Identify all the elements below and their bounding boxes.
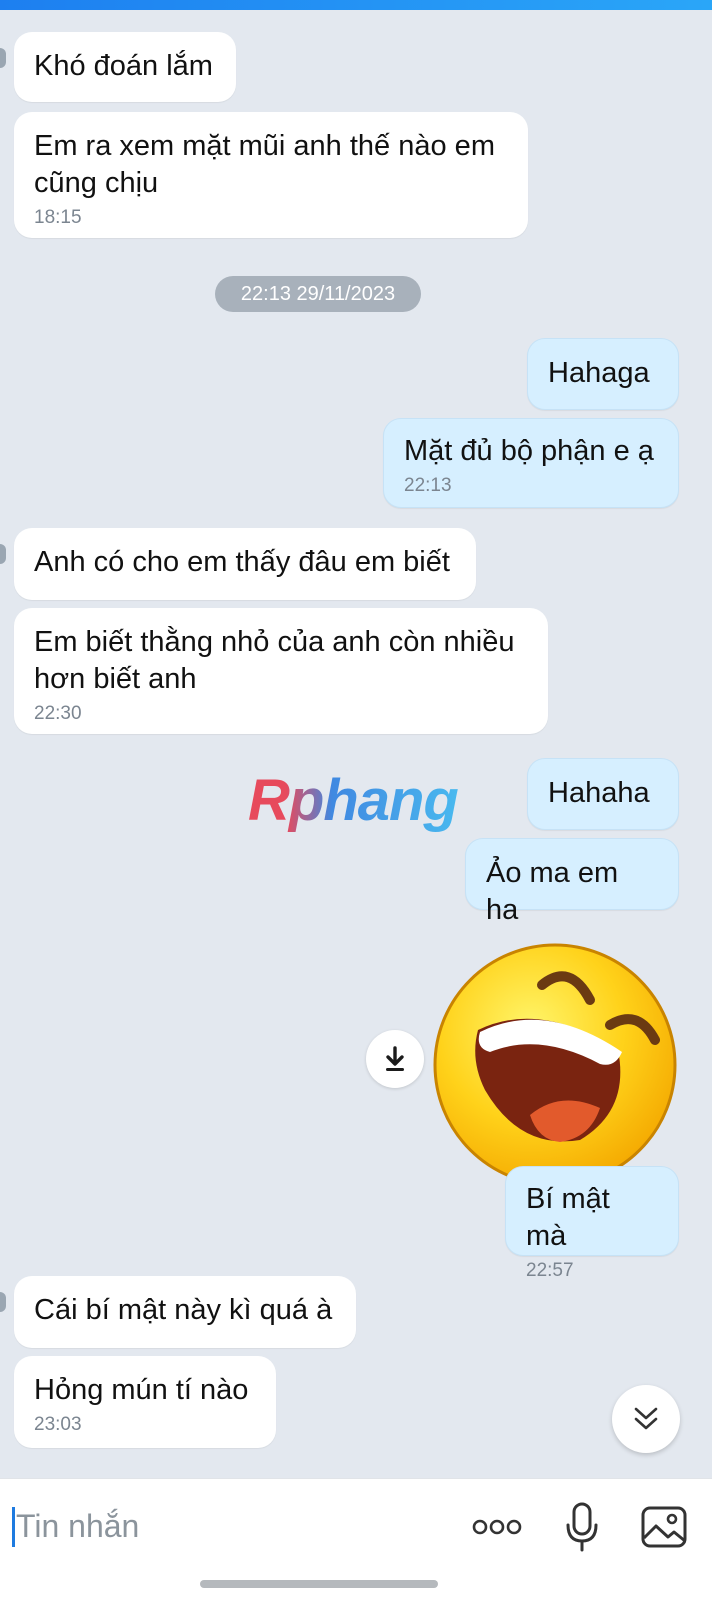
message-incoming[interactable]: Em biết thằng nhỏ của anh còn nhiều hơn …: [14, 608, 548, 734]
double-chevron-down-icon: [634, 1407, 658, 1430]
more-button[interactable]: [470, 1509, 524, 1545]
image-button[interactable]: [636, 1499, 692, 1555]
download-button[interactable]: [366, 1030, 424, 1088]
laughing-emoji-sticker[interactable]: [430, 940, 680, 1190]
microphone-icon: [566, 1502, 598, 1552]
message-text: Hỏng mún tí nào: [34, 1374, 249, 1406]
message-time: 22:13: [404, 475, 452, 496]
message-incoming[interactable]: Khó đoán lắm: [14, 32, 236, 102]
message-text: Khó đoán lắm: [34, 50, 213, 82]
home-indicator[interactable]: [200, 1580, 438, 1588]
text-caret: [12, 1507, 15, 1547]
sender-avatar-edge: [0, 1292, 6, 1312]
sender-avatar-edge: [0, 48, 6, 68]
message-outgoing[interactable]: Bí mật mà 22:57: [505, 1166, 679, 1281]
message-text: Hahaga: [548, 357, 650, 389]
message-incoming[interactable]: Hỏng mún tí nào 23:03: [14, 1356, 276, 1448]
top-status-strip: [0, 0, 712, 10]
download-icon: [386, 1046, 404, 1071]
message-outgoing[interactable]: Ảo ma em ha: [465, 838, 679, 926]
scroll-to-bottom-button[interactable]: [612, 1385, 680, 1453]
image-icon: [641, 1506, 687, 1548]
message-incoming[interactable]: Cái bí mật này kì quá à: [14, 1276, 356, 1348]
voice-button[interactable]: [560, 1497, 604, 1557]
message-text: Bí mật mà: [526, 1183, 610, 1252]
message-outgoing[interactable]: Hahaga: [527, 338, 679, 410]
date-separator: 22:13 29/11/2023: [215, 276, 421, 312]
message-text: Anh có cho em thấy đâu em biết: [34, 546, 450, 578]
sender-avatar-edge: [0, 544, 6, 564]
message-text: Em ra xem mặt mũi anh thế nào em cũng ch…: [34, 130, 495, 199]
message-outgoing[interactable]: Hahaha: [527, 758, 679, 830]
message-incoming[interactable]: Em ra xem mặt mũi anh thế nào em cũng ch…: [14, 112, 528, 238]
message-time: 23:03: [34, 1414, 82, 1435]
message-time: 18:15: [34, 207, 82, 228]
chat-thread[interactable]: Khó đoán lắm Em ra xem mặt mũi anh thế n…: [0, 10, 712, 1478]
message-text: Hahaha: [548, 777, 650, 809]
message-text: Ảo ma em ha: [486, 857, 619, 926]
message-text: Em biết thằng nhỏ của anh còn nhiều hơn …: [34, 626, 515, 695]
message-time: 22:57: [526, 1260, 574, 1281]
message-incoming[interactable]: Anh có cho em thấy đâu em biết: [14, 528, 476, 600]
message-text: Cái bí mật này kì quá à: [34, 1294, 333, 1326]
message-time: 22:30: [34, 703, 82, 724]
message-text: Mặt đủ bộ phận e ạ: [404, 435, 654, 467]
watermark: Rphang: [248, 768, 459, 833]
more-icon: [472, 1519, 522, 1535]
message-input[interactable]: Tin nhắn: [16, 1503, 139, 1549]
message-outgoing[interactable]: Mặt đủ bộ phận e ạ 22:13: [383, 418, 679, 508]
